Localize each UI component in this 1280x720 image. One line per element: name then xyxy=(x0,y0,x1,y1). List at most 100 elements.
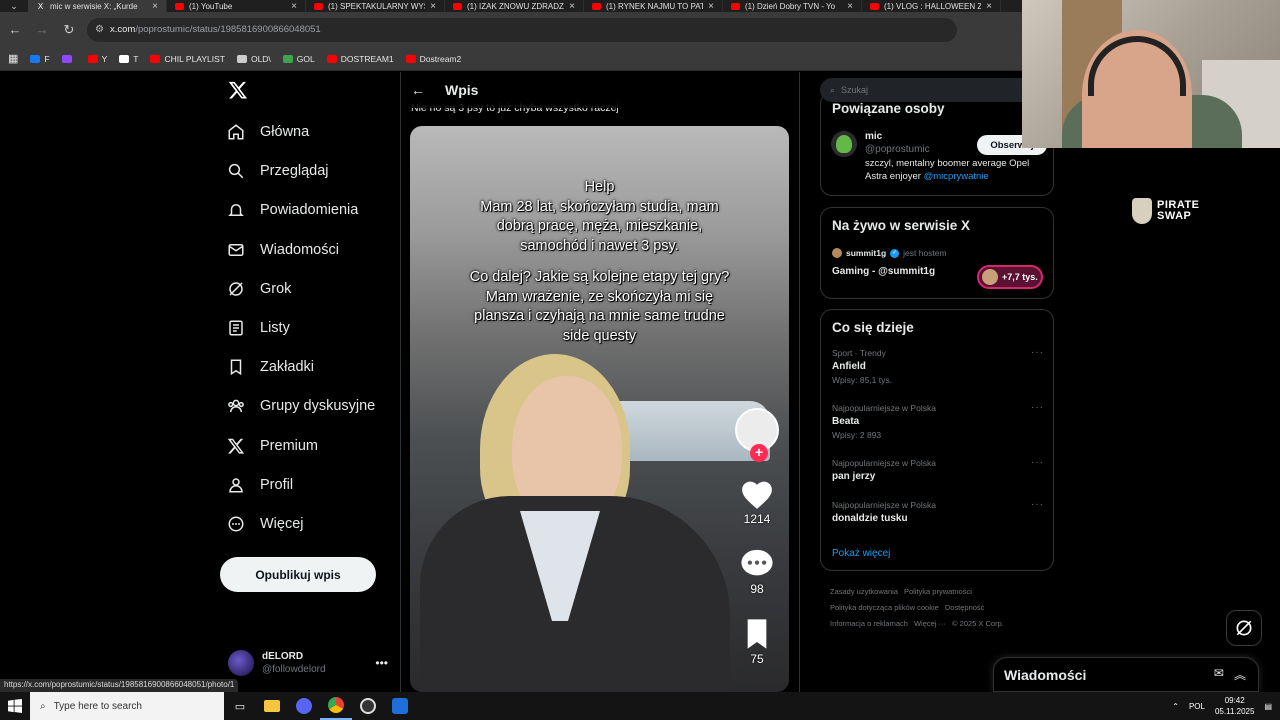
footer-link[interactable]: Dostępność xyxy=(945,603,985,612)
app-blue-icon[interactable] xyxy=(384,692,416,720)
more-dots-icon[interactable]: ··· xyxy=(1031,457,1044,468)
caption-line: Help xyxy=(584,179,615,195)
browser-tab[interactable]: (1) IZAK ZNOWU ZDRADZ × xyxy=(445,0,584,12)
footer-link[interactable]: © 2025 X Corp. xyxy=(952,619,1004,628)
more-dots-icon[interactable]: ••• xyxy=(375,656,388,670)
tab-search-chevron-icon[interactable]: ⌄ xyxy=(0,0,28,12)
bookmark-item[interactable]: Dostream2 xyxy=(405,54,461,64)
close-icon[interactable]: × xyxy=(847,1,853,12)
browser-tab[interactable]: (1) RYNEK NAJMU TO PAT × xyxy=(584,0,723,12)
language-indicator[interactable]: POL xyxy=(1189,702,1205,711)
file-explorer-icon[interactable] xyxy=(256,692,288,720)
bookmark-item[interactable]: F xyxy=(30,54,50,64)
reload-icon[interactable]: ↻ xyxy=(57,22,81,38)
post-button[interactable]: Opublikuj wpis xyxy=(220,557,376,592)
nav-item-profile[interactable]: Profil xyxy=(226,473,293,497)
pirateswap-ad[interactable]: PIRATE SWAP xyxy=(1132,198,1200,224)
trend-item[interactable]: Najpopularniejsze w Polska Beata Wpisy: 2 … xyxy=(832,402,1046,440)
nav-item-community[interactable]: Grupy dyskusyjne xyxy=(226,394,375,418)
bookmark-icon xyxy=(747,619,767,649)
like-action[interactable]: 1214 xyxy=(740,478,774,526)
x-logo-icon[interactable] xyxy=(228,80,248,100)
nav-item-bell[interactable]: Powiadomienia xyxy=(226,198,358,222)
url-field[interactable]: ⚙ x.com/poprostumic/status/1985816900866… xyxy=(87,17,957,42)
browser-tab[interactable]: (1) Dzień Dobry TVN - Yo × xyxy=(723,0,862,12)
account-switcher[interactable]: dELORD @followdelord ••• xyxy=(228,646,388,680)
nav-item-x[interactable]: Premium xyxy=(226,434,318,458)
home-icon xyxy=(226,122,246,142)
search-input[interactable]: ⌕ Szukaj xyxy=(820,78,1052,102)
messages-drawer[interactable]: Wiadomości ✉ ︽ xyxy=(993,657,1259,692)
back-arrow-icon[interactable]: ← xyxy=(3,22,27,37)
apps-grid-icon[interactable]: ▦ xyxy=(8,52,18,65)
expand-icon[interactable]: ︽ xyxy=(1234,666,1246,683)
obs-icon[interactable] xyxy=(352,692,384,720)
nav-item-bookmark[interactable]: Zakładki xyxy=(226,355,314,379)
footer-link[interactable]: Zasady użytkowania xyxy=(830,587,898,596)
post-video[interactable]: Help Mam 28 lat, skończyłam studia, mam do… xyxy=(410,126,789,692)
browser-tab[interactable]: (1) YouTube × xyxy=(167,0,306,12)
footer-link[interactable]: Polityka prywatności xyxy=(904,587,972,596)
footer-link[interactable]: Informacja o reklamach xyxy=(830,619,908,628)
site-info-icon[interactable]: ⚙ xyxy=(95,24,104,35)
browser-tab[interactable]: Xmic w serwisie X: „Kurde × xyxy=(28,0,167,12)
grok-button[interactable] xyxy=(1226,610,1262,646)
browser-tab[interactable]: (1) VLOG : HALLOWEEN Z × xyxy=(862,0,1001,12)
more-dots-icon[interactable]: ··· xyxy=(1031,347,1044,358)
bookmark-item[interactable]: T xyxy=(119,54,138,64)
taskbar-search[interactable]: ⌕ Type here to search xyxy=(30,692,224,720)
close-icon[interactable]: × xyxy=(430,1,436,12)
nav-item-more[interactable]: Więcej xyxy=(226,512,304,536)
clock[interactable]: 09:42 05.11.2025 xyxy=(1215,695,1254,717)
bookmark-item[interactable]: Y xyxy=(87,54,107,64)
discord-icon[interactable] xyxy=(288,692,320,720)
close-icon[interactable]: × xyxy=(291,1,297,12)
tray-chevron-icon[interactable]: ⌃ xyxy=(1172,702,1179,711)
trend-item[interactable]: Najpopularniejsze w Polska donaldzie tusk… xyxy=(832,499,1046,524)
browser-tab[interactable]: (1) SPEKTAKULARNY WYS × xyxy=(306,0,445,12)
nav-item-grok[interactable]: Grok xyxy=(226,277,291,301)
trend-item[interactable]: Najpopularniejsze w Polska pan jerzy ··· xyxy=(832,457,1046,482)
grok-icon xyxy=(226,279,246,299)
bookmark-item[interactable] xyxy=(61,54,76,64)
close-icon[interactable]: × xyxy=(708,1,714,12)
bookmark-label: GOL xyxy=(296,53,315,64)
bio-link[interactable]: @micprywatnie xyxy=(924,171,989,182)
nav-item-list[interactable]: Listy xyxy=(226,316,290,340)
live-host[interactable]: summit1g ✓ jest hostem xyxy=(832,248,947,258)
trend-name: pan jerzy xyxy=(832,471,876,482)
bookmark-item[interactable]: DOSTREAM1 xyxy=(326,54,394,64)
back-arrow-icon[interactable]: ← xyxy=(411,82,425,98)
heart-icon xyxy=(742,481,772,509)
close-icon[interactable]: × xyxy=(986,1,992,12)
more-dots-icon[interactable]: ··· xyxy=(1031,402,1044,413)
follow-plus-icon[interactable]: + xyxy=(750,444,768,462)
save-action[interactable]: 75 xyxy=(740,618,774,666)
caption-line: plansza i czyhają na mnie same trudne xyxy=(474,308,725,324)
creator-avatar[interactable]: + xyxy=(735,408,779,462)
close-icon[interactable]: × xyxy=(152,1,158,12)
more-dots-icon[interactable]: ··· xyxy=(1031,499,1044,510)
forward-arrow-icon[interactable]: → xyxy=(30,22,54,37)
nav-item-home[interactable]: Główna xyxy=(226,120,309,144)
live-viewers-badge[interactable]: +7,7 tys. xyxy=(977,265,1043,289)
comment-action[interactable]: 98 xyxy=(740,548,774,596)
footer-link[interactable]: Więcej ··· xyxy=(914,619,946,628)
task-view-icon[interactable]: ▭ xyxy=(224,692,256,720)
nav-item-search[interactable]: Przeglądaj xyxy=(226,159,329,183)
account-name: dELORD xyxy=(262,651,304,662)
close-icon[interactable]: × xyxy=(569,1,575,12)
footer-link[interactable]: Polityka dotycząca plików cookie xyxy=(830,603,939,612)
bookmark-item[interactable]: GOL xyxy=(282,53,315,64)
avatar[interactable] xyxy=(831,131,857,157)
new-message-icon[interactable]: ✉ xyxy=(1214,666,1224,683)
nav-item-mail[interactable]: Wiadomości xyxy=(226,238,339,262)
show-more-link[interactable]: Pokaż więcej xyxy=(832,548,890,559)
trend-item[interactable]: Sport · Trendy Anfield Wpisy: 85,1 tys. ··· xyxy=(832,347,1046,385)
bookmark-item[interactable]: CHIL PLAYLIST xyxy=(150,54,225,64)
chrome-icon[interactable] xyxy=(320,692,352,720)
bookmark-item[interactable]: OLD\ xyxy=(236,54,271,64)
live-stream-title[interactable]: Gaming - @summit1g xyxy=(832,266,935,277)
windows-start-icon[interactable] xyxy=(0,692,30,720)
notifications-icon[interactable]: ▤ xyxy=(1264,702,1272,711)
